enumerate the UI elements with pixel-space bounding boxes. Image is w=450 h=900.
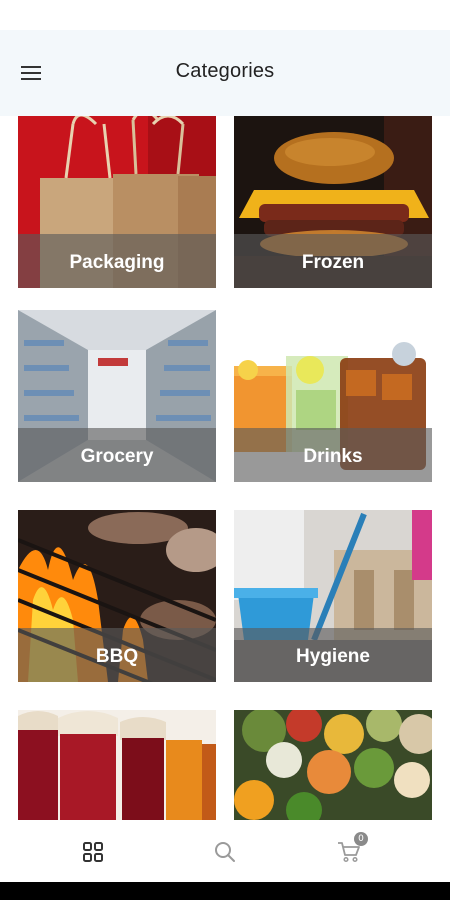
category-card-grocery[interactable]: Grocery <box>18 310 216 482</box>
category-card-produce[interactable] <box>234 710 432 820</box>
category-label: Packaging <box>69 252 165 273</box>
nav-cart-button[interactable]: 0 <box>333 832 368 868</box>
category-card-bbq[interactable]: BBQ <box>18 510 216 682</box>
category-grid[interactable]: Packaging Frozen Grocery Drinks BBQ Hygi… <box>0 116 450 820</box>
page-title: Categories <box>175 60 275 82</box>
category-card-frozen[interactable]: Frozen <box>234 116 432 288</box>
status-bar <box>0 0 450 30</box>
category-label: Frozen <box>301 252 365 273</box>
produce-image <box>234 710 432 820</box>
system-navigation-bar <box>0 882 450 900</box>
category-card-jams[interactable] <box>18 710 216 820</box>
cart-count-badge: 0 <box>354 832 368 846</box>
nav-search-button[interactable] <box>209 836 241 868</box>
category-card-drinks[interactable]: Drinks <box>234 310 432 482</box>
category-label: Drinks <box>303 446 363 467</box>
category-card-hygiene[interactable]: Hygiene <box>234 510 432 682</box>
category-card-packaging[interactable]: Packaging <box>18 116 216 288</box>
category-label: Hygiene <box>296 646 370 667</box>
jars-image <box>18 710 216 820</box>
search-icon <box>215 842 235 862</box>
app-header: Categories <box>0 30 450 116</box>
category-label: Grocery <box>80 446 154 467</box>
nav-categories-button[interactable] <box>77 836 109 868</box>
grid-icon <box>83 842 103 862</box>
bottom-navigation: 0 <box>0 820 450 882</box>
category-label: BBQ <box>95 646 139 667</box>
